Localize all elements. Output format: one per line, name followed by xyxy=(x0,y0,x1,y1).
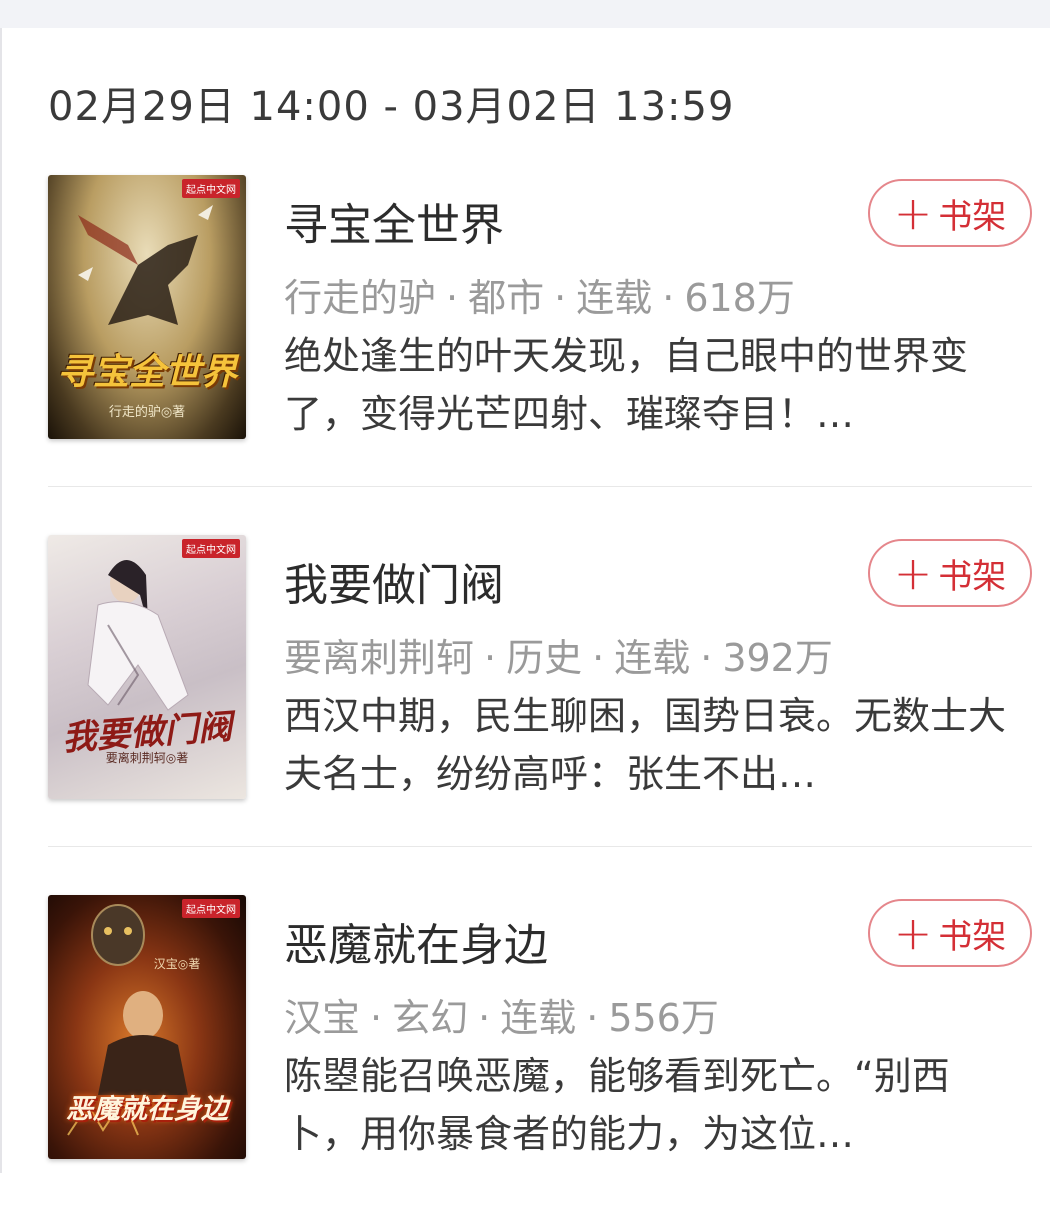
add-to-shelf-label: 书架 xyxy=(938,556,1007,597)
book-meta: 行走的驴 · 都市 · 连载 · 618万 xyxy=(284,267,795,322)
book-cover[interactable]: 起点中文网 恶魔就在身边 汉宝◎著 xyxy=(48,895,246,1159)
book-meta: 要离刺荆轲 · 历史 · 连载 · 392万 xyxy=(284,627,833,682)
book-genre: 历史 xyxy=(506,636,583,680)
book-title[interactable]: 寻宝全世界 xyxy=(284,189,504,253)
cover-author: 行走的驴◎著 xyxy=(108,405,186,420)
book-item[interactable]: 起点中文网 寻宝全世界 行走的驴◎著 寻宝全世界 + 书架 行走的驴 · 都市 · 连载… xyxy=(48,175,1032,495)
cover-publisher-badge: 起点中文网 xyxy=(182,899,240,918)
meta-separator: · xyxy=(586,996,599,1040)
book-author: 汉宝 xyxy=(284,996,361,1040)
cover-publisher-badge: 起点中文网 xyxy=(182,539,240,558)
left-edge-border xyxy=(0,28,2,1173)
book-word-count: 392万 xyxy=(722,636,833,680)
top-bar-strip xyxy=(0,0,1050,28)
book-meta: 汉宝 · 玄幻 · 连载 · 556万 xyxy=(284,987,719,1042)
book-word-count: 556万 xyxy=(608,996,719,1040)
meta-separator: · xyxy=(370,996,383,1040)
meta-separator: · xyxy=(484,636,497,680)
plus-icon: + xyxy=(893,906,933,960)
cover-author: 汉宝◎著 xyxy=(153,957,201,971)
plus-icon: + xyxy=(893,546,933,600)
add-to-shelf-button[interactable]: + 书架 xyxy=(868,179,1032,247)
book-title[interactable]: 我要做门阀 xyxy=(284,549,504,613)
add-to-shelf-button[interactable]: + 书架 xyxy=(868,899,1032,967)
cover-publisher-badge: 起点中文网 xyxy=(182,179,240,198)
book-title[interactable]: 恶魔就在身边 xyxy=(284,909,548,973)
book-cover[interactable]: 起点中文网 寻宝全世界 行走的驴◎著 xyxy=(48,175,246,439)
meta-separator: · xyxy=(446,276,459,320)
book-status: 连载 xyxy=(576,276,653,320)
list-divider xyxy=(48,486,1032,487)
add-to-shelf-button[interactable]: + 书架 xyxy=(868,539,1032,607)
cover-title: 寻宝全世界 xyxy=(56,351,237,393)
book-status: 连载 xyxy=(614,636,691,680)
book-description: 陈曌能召唤恶魔，能够看到死亡。“别西卜，用你暴食者的能力，为这位… xyxy=(284,1054,950,1156)
book-genre: 玄幻 xyxy=(392,996,469,1040)
meta-separator: · xyxy=(662,276,675,320)
ranking-date-range: 02月29日 14:00 - 03月02日 13:59 xyxy=(48,84,735,130)
cover-author: 要离刺荆轲◎著 xyxy=(105,751,189,765)
book-word-count: 618万 xyxy=(684,276,795,320)
book-description: 绝处逢生的叶天发现，自己眼中的世界变了，变得光芒四射、璀璨夺目！… xyxy=(284,334,969,436)
cover-figure-art xyxy=(78,205,213,325)
book-cover[interactable]: 起点中文网 我要做门阀 要离刺荆轲◎著 xyxy=(48,535,246,799)
book-status: 连载 xyxy=(500,996,577,1040)
meta-separator: · xyxy=(592,636,605,680)
book-genre: 都市 xyxy=(468,276,545,320)
book-item[interactable]: 起点中文网 我要做门阀 要离刺荆轲◎著 我要做门阀 + 书架 要离刺荆轲 · 历史 ·… xyxy=(48,535,1032,855)
cover-title: 恶魔就在身边 xyxy=(66,1094,228,1125)
add-to-shelf-label: 书架 xyxy=(938,916,1007,957)
book-author: 要离刺荆轲 xyxy=(284,636,475,680)
meta-separator: · xyxy=(478,996,491,1040)
book-description: 西汉中期，民生聊困，国势日衰。无数士大夫名士，纷纷高呼：张生不出… xyxy=(284,694,1007,796)
book-item[interactable]: 起点中文网 恶魔就在身边 汉宝◎著 恶魔就在身边 + 书架 汉宝 · 玄幻 · 连载 · 5… xyxy=(48,895,1032,1215)
list-divider xyxy=(48,846,1032,847)
meta-separator: · xyxy=(700,636,713,680)
plus-icon: + xyxy=(893,186,933,240)
add-to-shelf-label: 书架 xyxy=(938,196,1007,237)
book-author: 行走的驴 xyxy=(284,276,437,320)
meta-separator: · xyxy=(554,276,567,320)
